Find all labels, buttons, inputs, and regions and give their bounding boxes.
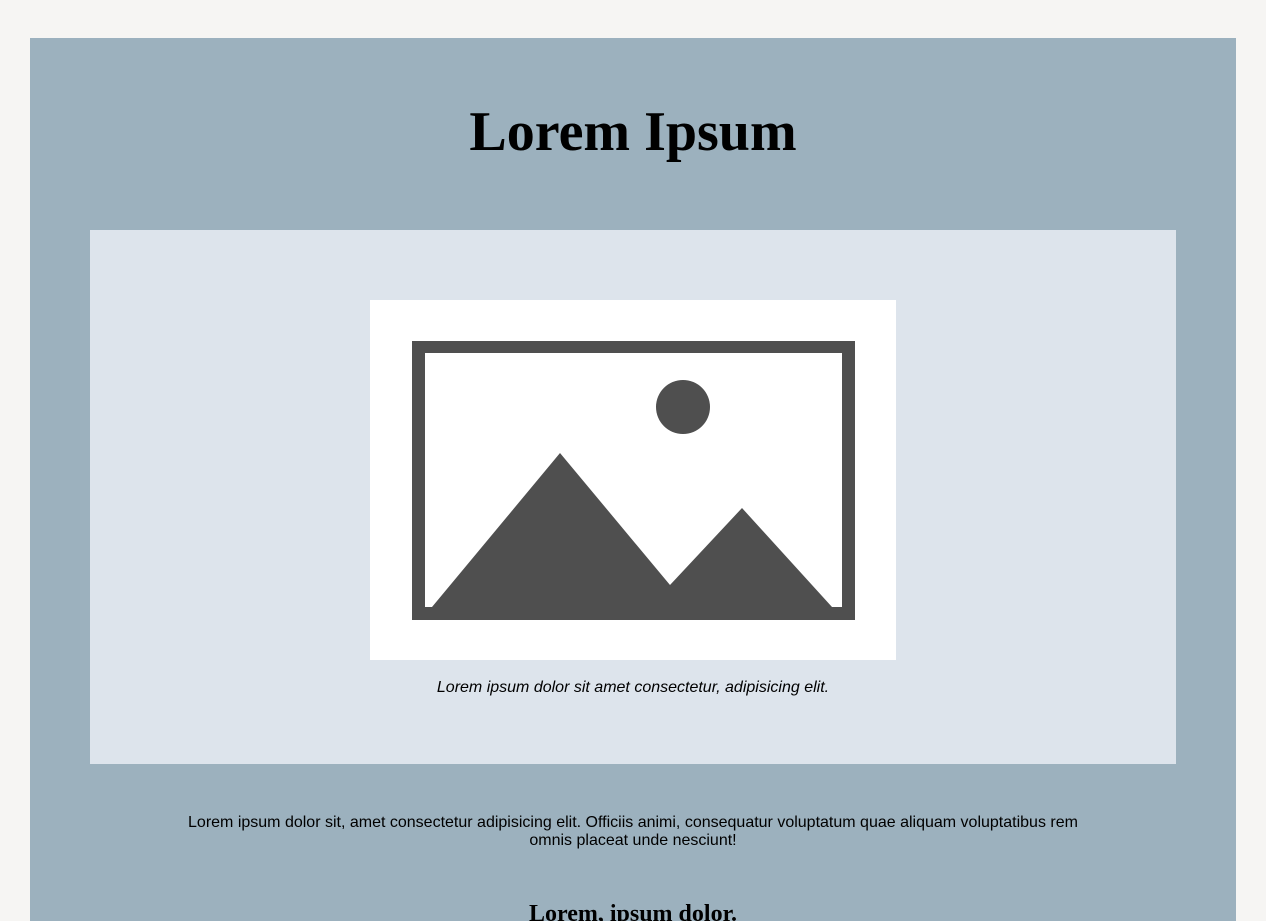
body-paragraph: Lorem ipsum dolor sit, amet consectetur … xyxy=(188,814,1078,849)
figure-panel: Lorem ipsum dolor sit amet consectetur, … xyxy=(90,230,1176,764)
page-container: Lorem Ipsum Lorem ipsum dolor sit amet c… xyxy=(30,38,1236,921)
image-placeholder-icon xyxy=(412,341,855,620)
page-title: Lorem Ipsum xyxy=(469,101,797,163)
figure-caption: Lorem ipsum dolor sit amet consectetur, … xyxy=(436,679,830,696)
image-frame xyxy=(370,300,896,660)
section-subheading: Lorem, ipsum dolor. xyxy=(528,901,738,921)
